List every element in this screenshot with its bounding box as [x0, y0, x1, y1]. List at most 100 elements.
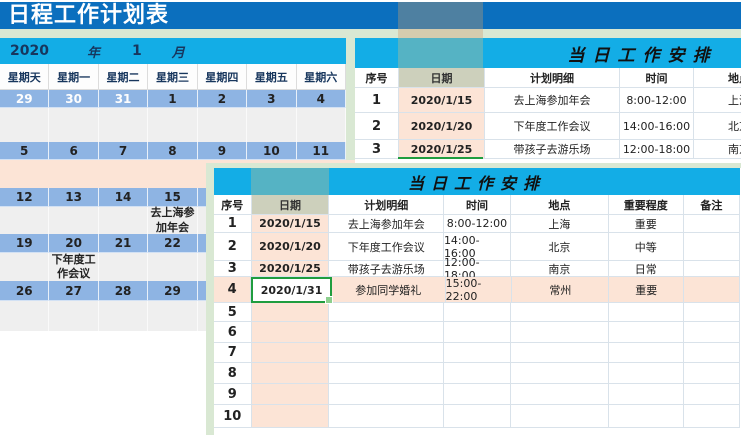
note-cell[interactable]: [148, 253, 197, 281]
note-cell[interactable]: [0, 253, 49, 281]
calendar-day-cell[interactable]: 9: [198, 142, 247, 160]
calendar-day-cell[interactable]: 26: [0, 281, 49, 301]
serial-cell[interactable]: 1: [355, 88, 399, 113]
calendar-day-cell[interactable]: 13: [49, 188, 98, 207]
calendar-month[interactable]: 1: [132, 43, 142, 59]
weekday-thursday[interactable]: 星期四: [198, 64, 247, 90]
weekday-tuesday[interactable]: 星期二: [99, 64, 148, 90]
place-cell[interactable]: [511, 384, 609, 405]
calendar-day-cell[interactable]: 22: [148, 234, 197, 253]
note-cell[interactable]: [99, 301, 148, 331]
serial-cell[interactable]: 6: [214, 322, 252, 343]
place-cell[interactable]: [511, 343, 609, 363]
serial-cell[interactable]: 2: [214, 233, 252, 261]
time-cell[interactable]: 12:00-18:00: [620, 140, 694, 159]
calendar-day-cell[interactable]: 15: [148, 188, 197, 207]
importance-cell[interactable]: 重要: [609, 215, 684, 233]
calendar-day-cell[interactable]: 29: [148, 281, 197, 301]
calendar-day-cell[interactable]: 4: [297, 90, 346, 108]
plan-cell[interactable]: [329, 303, 443, 322]
time-cell[interactable]: [444, 322, 511, 343]
date-cell[interactable]: 2020/1/15: [399, 88, 485, 113]
place-cell[interactable]: 常州: [512, 277, 609, 303]
weekday-sunday[interactable]: 星期天: [0, 64, 49, 90]
remarks-cell[interactable]: [684, 233, 740, 261]
calendar-day-cell[interactable]: 2: [198, 90, 247, 108]
importance-cell[interactable]: [609, 405, 684, 428]
place-cell[interactable]: [511, 303, 609, 322]
time-cell[interactable]: 12:00-18:00: [444, 261, 511, 277]
plan-cell[interactable]: 参加同学婚礼: [332, 277, 446, 303]
place-cell[interactable]: 北京: [511, 233, 609, 261]
remarks-cell[interactable]: [684, 277, 740, 303]
calendar-day-cell[interactable]: 8: [148, 142, 197, 160]
plan-cell[interactable]: 下年度工作会议: [329, 233, 443, 261]
place-cell[interactable]: 南京: [511, 261, 609, 277]
serial-cell[interactable]: 4: [214, 277, 251, 303]
place-cell[interactable]: [511, 322, 609, 343]
date-cell[interactable]: 2020/1/25: [252, 261, 330, 277]
daily-plan-table-popup[interactable]: 当日工作安排 序号 日期 计划明细 时间 地点 重要程度 备注 1 2020/1…: [206, 163, 741, 435]
header-serial[interactable]: 序号: [355, 68, 399, 88]
serial-cell[interactable]: 9: [214, 384, 252, 405]
note-cell[interactable]: [49, 160, 98, 188]
calendar-day-cell[interactable]: 20: [49, 234, 98, 253]
place-cell[interactable]: 上海: [694, 88, 741, 113]
note-cell[interactable]: [198, 108, 247, 142]
serial-cell[interactable]: 3: [355, 140, 399, 159]
weekday-friday[interactable]: 星期五: [247, 64, 296, 90]
calendar-day-cell[interactable]: 27: [49, 281, 98, 301]
header-place[interactable]: 地点: [511, 195, 609, 215]
note-cell[interactable]: [0, 160, 49, 188]
time-cell[interactable]: 8:00-12:00: [620, 88, 694, 113]
serial-cell[interactable]: 1: [214, 215, 252, 233]
plan-cell[interactable]: 带孩子去游乐场: [485, 140, 620, 159]
time-cell[interactable]: 8:00-12:00: [444, 215, 511, 233]
place-cell[interactable]: 上海: [511, 215, 609, 233]
calendar-day-cell[interactable]: 30: [49, 90, 98, 108]
serial-cell[interactable]: 10: [214, 405, 252, 428]
weekday-wednesday[interactable]: 星期三: [148, 64, 197, 90]
plan-cell[interactable]: [329, 322, 443, 343]
date-cell[interactable]: [252, 343, 330, 363]
plan-cell[interactable]: [329, 343, 443, 363]
header-serial[interactable]: 序号: [214, 195, 252, 215]
note-cell[interactable]: [0, 207, 49, 234]
time-cell[interactable]: [444, 303, 511, 322]
date-cell[interactable]: [252, 363, 330, 384]
place-cell[interactable]: 北京: [694, 113, 741, 140]
note-cell[interactable]: [99, 108, 148, 142]
date-cell[interactable]: 2020/1/15: [252, 215, 330, 233]
importance-cell[interactable]: 中等: [609, 233, 684, 261]
note-cell[interactable]: [148, 301, 197, 331]
header-plan[interactable]: 计划明细: [485, 68, 620, 88]
calendar-day-cell[interactable]: 21: [99, 234, 148, 253]
note-cell[interactable]: [99, 207, 148, 234]
calendar-day-cell[interactable]: 14: [99, 188, 148, 207]
header-place[interactable]: 地点: [694, 68, 741, 88]
note-cell[interactable]: [49, 301, 98, 331]
serial-cell[interactable]: 3: [214, 261, 252, 277]
plan-cell[interactable]: 下年度工作会议: [485, 113, 620, 140]
plan-cell[interactable]: [329, 363, 443, 384]
note-cell[interactable]: [49, 108, 98, 142]
selected-date-cell[interactable]: 2020/1/31: [251, 277, 332, 303]
calendar-day-cell[interactable]: 29: [0, 90, 49, 108]
note-cell-trip[interactable]: 去上海参加年会: [148, 207, 197, 234]
plan-cell[interactable]: 带孩子去游乐场: [329, 261, 443, 277]
place-cell[interactable]: [511, 363, 609, 384]
calendar-day-cell[interactable]: 6: [49, 142, 98, 160]
calendar-day-cell[interactable]: 1: [148, 90, 197, 108]
importance-cell[interactable]: [609, 343, 684, 363]
place-cell[interactable]: [511, 405, 609, 428]
header-plan[interactable]: 计划明细: [329, 195, 443, 215]
importance-cell[interactable]: [609, 384, 684, 405]
header-time[interactable]: 时间: [444, 195, 511, 215]
importance-cell[interactable]: [609, 303, 684, 322]
calendar-day-cell[interactable]: 3: [247, 90, 296, 108]
note-cell-meeting[interactable]: 下年度工作会议: [49, 253, 98, 281]
weekday-saturday[interactable]: 星期六: [297, 64, 346, 90]
weekday-monday[interactable]: 星期一: [49, 64, 98, 90]
note-cell[interactable]: [49, 207, 98, 234]
time-cell[interactable]: 15:00-22:00: [446, 277, 513, 303]
